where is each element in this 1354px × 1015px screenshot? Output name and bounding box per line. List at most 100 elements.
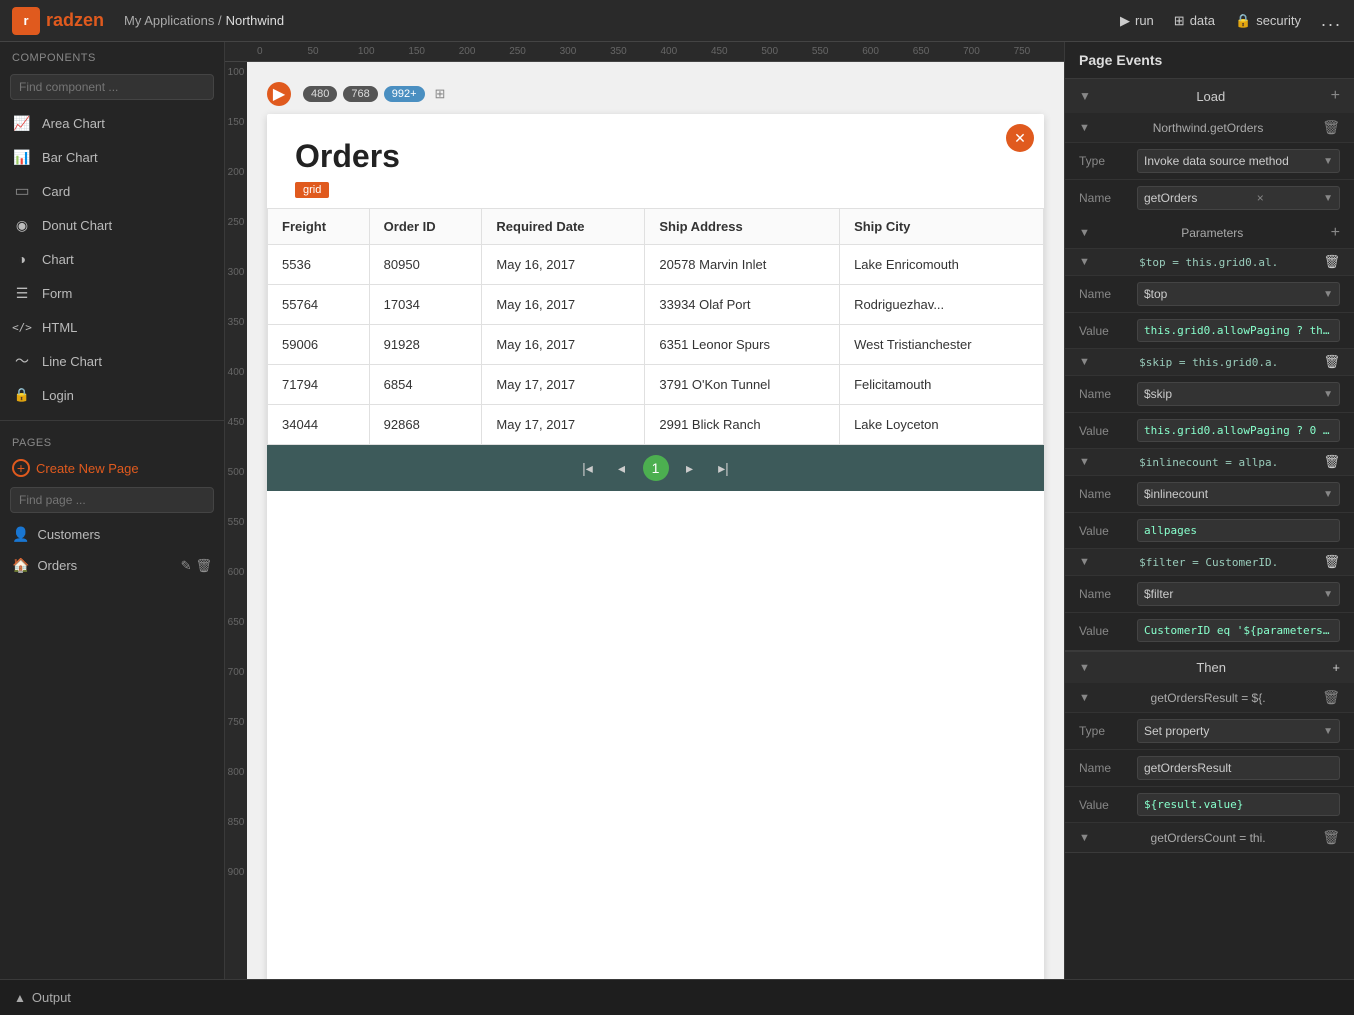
result-name-input[interactable]: getOrdersResult — [1137, 756, 1340, 780]
result-value-code[interactable]: ${result.value} — [1137, 793, 1340, 816]
param-top-header[interactable]: ▼ $top = this.grid0.al. 🗑 — [1065, 249, 1354, 275]
param-filter-header[interactable]: ▼ $filter = CustomerID. 🗑 — [1065, 549, 1354, 575]
param-skip-title: $skip = this.grid0.a. — [1139, 356, 1278, 369]
page-last-button[interactable]: ▸| — [711, 455, 737, 481]
param-skip-header[interactable]: ▼ $skip = this.grid0.a. 🗑 — [1065, 349, 1354, 375]
result-delete-icon[interactable]: 🗑 — [1322, 689, 1340, 706]
param-top-delete-icon[interactable]: 🗑 — [1323, 254, 1340, 270]
param-inlinecount-arrow: ▼ — [1079, 456, 1090, 468]
table-cell: Lake Enricomouth — [840, 245, 1044, 285]
table-cell: 5536 — [268, 245, 370, 285]
canvas-area[interactable]: 0 50 100 150 200 250 300 350 400 450 500… — [225, 42, 1064, 979]
sidebar-item-area-chart[interactable]: Area Chart — [0, 106, 224, 140]
bp-768[interactable]: 768 — [343, 86, 377, 102]
param-inlinecount-header[interactable]: ▼ $inlinecount = allpa. 🗑 — [1065, 449, 1354, 475]
security-button[interactable]: 🔒 security — [1235, 13, 1301, 29]
type-select[interactable]: Invoke data source method ▼ — [1137, 149, 1340, 173]
get-orders-result-header[interactable]: ▼ getOrdersResult = ${. 🗑 — [1065, 683, 1354, 712]
result-type-select[interactable]: Set property ▼ — [1137, 719, 1340, 743]
load-add-button[interactable]: + — [1331, 87, 1340, 105]
then-section-header[interactable]: ▼ Then + — [1065, 651, 1354, 683]
param-skip-delete-icon[interactable]: 🗑 — [1323, 354, 1340, 370]
table-cell: 92868 — [369, 405, 482, 445]
table-cell: 34044 — [268, 405, 370, 445]
param-inlinecount: ▼ $inlinecount = allpa. 🗑 Name $inlineco… — [1065, 448, 1354, 548]
right-panel-title: Page Events — [1065, 42, 1354, 79]
logo-icon: r — [12, 7, 40, 35]
orders-edit-icon[interactable]: ✎ — [181, 558, 192, 574]
then-add-button[interactable]: + — [1332, 660, 1340, 675]
sidebar-item-card[interactable]: Card — [0, 174, 224, 208]
table-cell: Felicitamouth — [840, 365, 1044, 405]
breadcrumb-app[interactable]: Northwind — [226, 13, 285, 28]
get-orders-delete-icon[interactable]: 🗑 — [1322, 119, 1340, 136]
run-button[interactable]: ▶ run — [1120, 13, 1154, 29]
breadcrumb-prefix: My Applications / — [124, 13, 222, 28]
output-bar[interactable]: ▲ Output — [0, 979, 1354, 1015]
parameters-header[interactable]: ▼ Parameters + — [1065, 218, 1354, 248]
then-title: Then — [1196, 660, 1226, 675]
param-top-name-select[interactable]: $top ▼ — [1137, 282, 1340, 306]
orders-icon — [12, 557, 29, 574]
param-top-value-row: Value this.grid0.allowPaging ? this.g — [1065, 312, 1354, 348]
param-filter-delete-icon[interactable]: 🗑 — [1323, 554, 1340, 570]
param-skip-arrow: ▼ — [1079, 356, 1090, 368]
orders-count-header[interactable]: ▼ getOrdersCount = thi. 🗑 — [1065, 822, 1354, 852]
page-current-button[interactable]: 1 — [643, 455, 669, 481]
param-filter-value-code[interactable]: CustomerID eq '${parameters.Cu — [1137, 619, 1340, 642]
sidebar-item-line-chart[interactable]: Line Chart — [0, 344, 224, 378]
pages-header: Pages — [0, 429, 224, 453]
bp-992[interactable]: 992+ — [384, 86, 425, 102]
name-clear-icon[interactable]: × — [1257, 191, 1264, 205]
orders-page-actions: ✎ 🗑 — [181, 558, 212, 574]
form-icon — [12, 283, 32, 303]
table-cell: 91928 — [369, 325, 482, 365]
orders-delete-icon[interactable]: 🗑 — [195, 558, 212, 574]
play-button[interactable]: ▶ — [267, 82, 291, 106]
load-section-header[interactable]: ▼ Load + — [1065, 79, 1354, 113]
name-select[interactable]: getOrders × ▼ — [1137, 186, 1340, 210]
html-icon — [12, 317, 32, 337]
sidebar-item-form[interactable]: Form — [0, 276, 224, 310]
more-button[interactable]: ... — [1321, 10, 1342, 31]
table-cell: May 16, 2017 — [482, 285, 645, 325]
param-filter-name-select[interactable]: $filter ▼ — [1137, 582, 1340, 606]
page-preview-header: Orders grid — [267, 114, 1044, 208]
sidebar-item-html[interactable]: HTML — [0, 310, 224, 344]
param-filter-name-row: Name $filter ▼ — [1065, 575, 1354, 612]
sidebar-item-customers[interactable]: Customers — [0, 519, 224, 550]
param-skip-value-code[interactable]: this.grid0.allowPaging ? 0 : nt — [1137, 419, 1340, 442]
orders-count-delete-icon[interactable]: 🗑 — [1322, 829, 1340, 846]
get-orders-subsection: ▼ Northwind.getOrders 🗑 Type Invoke data… — [1065, 113, 1354, 650]
param-skip-name-select[interactable]: $skip ▼ — [1137, 382, 1340, 406]
params-add-button[interactable]: + — [1331, 224, 1340, 242]
sidebar-item-orders[interactable]: Orders ✎ 🗑 — [0, 550, 224, 581]
sidebar-item-login[interactable]: Login — [0, 378, 224, 412]
param-inlinecount-delete-icon[interactable]: 🗑 — [1323, 454, 1340, 470]
param-inlinecount-name-select[interactable]: $inlinecount ▼ — [1137, 482, 1340, 506]
load-title: Load — [1196, 89, 1225, 104]
page-next-button[interactable]: ▸ — [677, 455, 703, 481]
page-first-button[interactable]: |◂ — [575, 455, 601, 481]
grid-badge: grid — [295, 182, 329, 198]
logo[interactable]: r radzen — [12, 7, 104, 35]
find-page-input[interactable] — [10, 487, 214, 513]
name-label: Name — [1079, 191, 1129, 205]
sidebar-item-donut-chart[interactable]: Donut Chart — [0, 208, 224, 242]
data-button[interactable]: ⊞ data — [1174, 13, 1215, 29]
area-chart-icon — [12, 113, 32, 133]
create-page-button[interactable]: + Create New Page — [0, 453, 224, 483]
delete-component-button[interactable]: ✕ — [1006, 124, 1034, 152]
param-inlinecount-value-code[interactable]: allpages — [1137, 519, 1340, 542]
find-component-input[interactable] — [10, 74, 214, 100]
chart-icon — [12, 249, 32, 269]
bp-480[interactable]: 480 — [303, 86, 337, 102]
sidebar-item-chart[interactable]: Chart — [0, 242, 224, 276]
get-orders-arrow: ▼ — [1079, 122, 1090, 134]
get-orders-header[interactable]: ▼ Northwind.getOrders 🗑 — [1065, 113, 1354, 142]
sidebar-item-bar-chart[interactable]: Bar Chart — [0, 140, 224, 174]
param-top-arrow: ▼ — [1079, 256, 1090, 268]
table-row: 553680950May 16, 201720578 Marvin InletL… — [268, 245, 1044, 285]
page-prev-button[interactable]: ◂ — [609, 455, 635, 481]
param-top-value-code[interactable]: this.grid0.allowPaging ? this.g — [1137, 319, 1340, 342]
